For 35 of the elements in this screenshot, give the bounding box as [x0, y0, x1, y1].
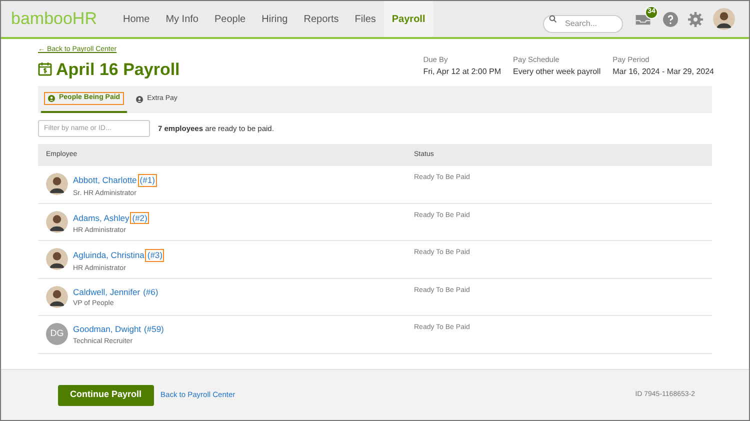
avatar-icon [46, 173, 68, 195]
employee-link[interactable]: Goodman, Dwight [73, 324, 142, 335]
nav-tab[interactable]: Home [115, 1, 158, 37]
settings-icon[interactable] [688, 12, 703, 26]
summary-value: Fri, Apr 12 at 2:00 PM [423, 67, 502, 78]
employee-id: (#3) [145, 249, 164, 262]
initials-avatar: DG [46, 323, 68, 345]
summary-value: Every other week payroll [513, 67, 601, 78]
search-field[interactable]: Search... [543, 14, 623, 32]
nav-tab[interactable]: Files [346, 1, 384, 37]
nav-tab[interactable]: Reports [296, 1, 347, 37]
nav-tab[interactable]: Hiring [254, 1, 296, 37]
avatar-icon [713, 8, 735, 30]
nav-tab[interactable]: People [206, 1, 254, 37]
avatar-icon [46, 286, 68, 308]
employee-id: (#6) [142, 286, 160, 298]
calendar-dollar-icon [38, 62, 52, 76]
person-icon [48, 95, 55, 102]
continue-payroll-button[interactable]: Continue Payroll [58, 384, 154, 406]
avatar-icon [46, 248, 68, 270]
page-title: April 16 Payroll [56, 58, 180, 80]
employee-link[interactable]: Adams, Ashley [73, 212, 130, 224]
nav-tab[interactable]: My Info [158, 1, 206, 37]
employee-link[interactable]: Abbott, Charlotte [73, 175, 137, 186]
inbox-icon[interactable] [635, 12, 651, 26]
employee-link[interactable]: Caldwell, Jennifer [73, 286, 140, 298]
summary-value: Mar 16, 2024 - Mar 29, 2024 [612, 67, 714, 78]
employee-id: (#2) [130, 212, 150, 224]
employee-link[interactable]: Agluinda, Christina [73, 250, 144, 261]
avatar-icon [46, 210, 68, 232]
nav-tab[interactable]: Payroll [384, 1, 434, 37]
search-icon [549, 15, 557, 23]
employee-id: (#1) [138, 174, 157, 187]
employee-id: (#59) [143, 324, 165, 335]
help-icon[interactable] [663, 12, 678, 26]
